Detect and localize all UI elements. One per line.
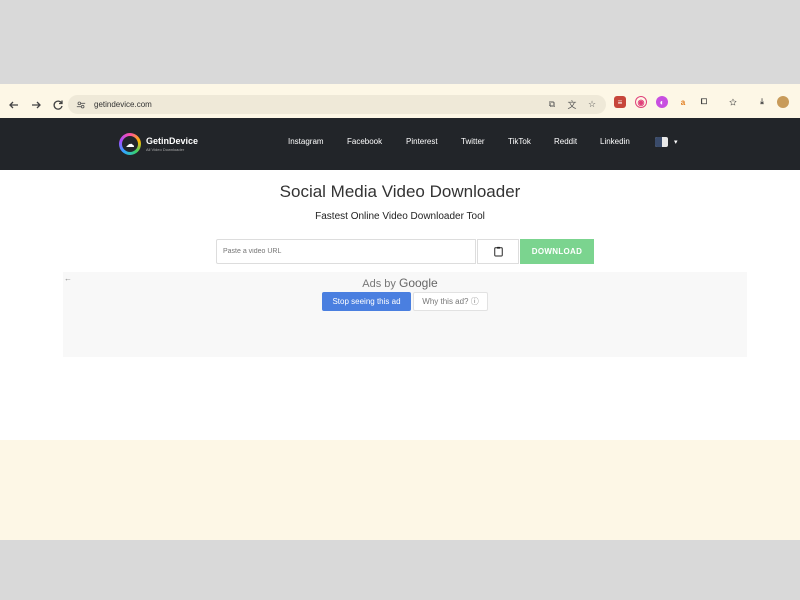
stop-seeing-ad-button[interactable]: Stop seeing this ad [322,292,411,311]
logo-mark: ☁ [119,133,141,155]
page-subtitle: Fastest Online Video Downloader Tool [315,211,485,222]
paste-button[interactable] [477,239,519,264]
bookmarks-icon[interactable]: ✩ [727,96,739,108]
nav-twitter[interactable]: Twitter [461,137,485,146]
amazon-extension-icon[interactable]: a [677,96,689,108]
install-app-icon[interactable]: ⧉ [546,98,558,110]
download-button[interactable]: DOWNLOAD [520,239,594,264]
reload-icon[interactable] [48,95,68,115]
extension-icon[interactable]: ◉ [635,96,647,108]
backdrop-bottom [0,540,800,600]
flag-icon [655,137,668,147]
browser-tabstrip [0,84,800,91]
bookmark-star-icon[interactable]: ☆ [586,98,598,110]
profile-avatar[interactable] [777,96,789,108]
nav-pinterest[interactable]: Pinterest [406,137,438,146]
extension-icon[interactable]: ≡ [614,96,626,108]
site-logo[interactable]: ☁ GetinDevice All Video Downloader [119,133,198,155]
nav-facebook[interactable]: Facebook [347,137,382,146]
forward-icon[interactable] [26,95,46,115]
backdrop-top [0,0,800,84]
extensions-puzzle-icon[interactable]: ⧠ [698,96,710,108]
translate-icon[interactable]: 文 [566,98,578,110]
clipboard-icon [493,246,503,257]
site-settings-icon[interactable] [74,98,88,112]
nav-reddit[interactable]: Reddit [554,137,577,146]
nav-instagram[interactable]: Instagram [288,137,324,146]
logo-subtitle: All Video Downloader [146,147,185,152]
ads-by-google: Ads by Google [0,276,800,290]
extension-icon[interactable]: ◐ [656,96,668,108]
language-selector[interactable]: ▾ [655,137,678,147]
page-footer-area [0,440,800,540]
why-this-ad-button[interactable]: Why this ad? ⓘ [413,292,488,311]
url-text: getindevice.com [94,100,152,109]
nav-tiktok[interactable]: TikTok [508,137,531,146]
video-url-input[interactable] [216,239,476,264]
nav-linkedin[interactable]: Linkedin [600,137,630,146]
ads-by-label: Ads by [362,278,396,290]
chevron-down-icon: ▾ [674,139,678,146]
download-icon[interactable]: ⤓ [756,96,768,108]
back-icon[interactable] [4,95,24,115]
address-bar[interactable]: getindevice.com ⧉ 文 ☆ [68,95,606,114]
page-title: Social Media Video Downloader [279,182,521,201]
cloud-download-icon: ☁ [122,136,138,152]
logo-title: GetinDevice [146,136,199,146]
google-label: Google [399,276,438,290]
